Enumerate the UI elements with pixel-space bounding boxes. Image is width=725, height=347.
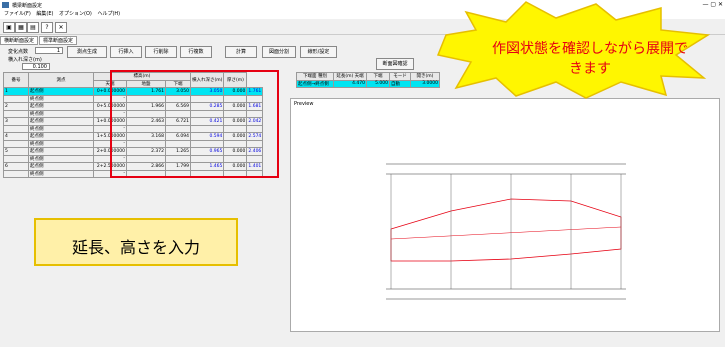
rh-mode: モード xyxy=(389,72,411,81)
show-section-button[interactable]: 断面図確認 xyxy=(376,58,414,70)
cell-no[interactable]: 4 xyxy=(3,132,29,141)
section-drawing xyxy=(386,163,626,300)
cell-no[interactable]: 1 xyxy=(3,87,29,96)
split-button[interactable]: 図面分割 xyxy=(262,46,296,58)
tab-section[interactable]: 横断断面設定 xyxy=(0,36,39,45)
save-icon[interactable]: ▦ xyxy=(15,22,27,33)
app-icon xyxy=(2,2,9,8)
elevation-highlight xyxy=(110,70,279,178)
cell-type[interactable]: 終点側 xyxy=(28,169,94,178)
menu-options[interactable]: オプション(O) xyxy=(59,11,92,17)
open-icon[interactable]: ▣ xyxy=(3,22,15,33)
cell-no[interactable] xyxy=(3,154,29,163)
insert-row-button[interactable]: 行挿入 xyxy=(110,46,142,58)
menu-file[interactable]: ファイル(F) xyxy=(4,11,31,17)
change-point-label: 変化点数 xyxy=(8,49,29,55)
preview-label: Preview xyxy=(294,101,314,107)
rh-bottom: 下端 xyxy=(366,72,390,81)
header-no: 番号 xyxy=(3,72,29,88)
r1-bottom[interactable]: 5.000 xyxy=(366,79,390,88)
cell-no[interactable] xyxy=(3,109,29,118)
right-grid: 下端面 種別 延長(m) 天端 下端 モード 開き(m) 起点側→終点側 4.4… xyxy=(296,72,440,88)
cell-no[interactable] xyxy=(3,124,29,133)
section-preview: Preview xyxy=(290,98,720,332)
cell-type[interactable]: 終点側 xyxy=(28,94,94,103)
copy-row-button[interactable]: 行複数 xyxy=(180,46,212,58)
cell-type[interactable]: 終点側 xyxy=(28,139,94,148)
cell-type[interactable]: 起点側 xyxy=(28,102,94,111)
input-callout-text: 延長、高さを入力 xyxy=(71,240,200,257)
tab-standard[interactable]: 標準断面設定 xyxy=(39,36,78,45)
tab-strip: 横断断面設定 標準断面設定 xyxy=(0,36,78,45)
cell-no[interactable] xyxy=(3,94,29,103)
cell-type[interactable]: 終点側 xyxy=(28,109,94,118)
cell-type[interactable]: 起点側 xyxy=(28,117,94,126)
menu-edit[interactable]: 編集(E) xyxy=(36,11,53,17)
cell-no[interactable] xyxy=(3,169,29,178)
measure-button[interactable]: 測点生成 xyxy=(67,46,107,58)
app-window: 橋梁断面設定 — ▢ ✕ ファイル(F) 編集(E) オプション(O) ヘルプ(… xyxy=(0,0,725,347)
cell-type[interactable]: 起点側 xyxy=(28,132,94,141)
slope-label: 横入れ深さ(m) xyxy=(8,57,42,63)
close-icon[interactable]: ✕ xyxy=(55,22,67,33)
section-outline xyxy=(390,198,622,262)
rh-type: 下端面 種別 xyxy=(296,72,334,81)
cell-no[interactable]: 3 xyxy=(3,117,29,126)
rh-length: 延長(m) 天端 xyxy=(333,72,367,81)
help-icon[interactable]: ? xyxy=(41,22,53,33)
calc-button[interactable]: 計算 xyxy=(225,46,257,58)
r1-length[interactable]: 4.470 xyxy=(333,79,367,88)
cell-type[interactable]: 起点側 xyxy=(28,147,94,156)
cell-no[interactable] xyxy=(3,139,29,148)
burst-callout-text: 作図状態を確認しながら展開できます xyxy=(492,40,688,76)
linear-button[interactable]: 線形/設定 xyxy=(300,46,337,58)
header-station: 測点 xyxy=(28,72,94,88)
slope-field[interactable]: 0.100 xyxy=(22,63,50,70)
r1-mode[interactable]: 自動 xyxy=(389,79,411,88)
cell-no[interactable]: 2 xyxy=(3,102,29,111)
window-title: 橋梁断面設定 xyxy=(12,3,43,9)
print-icon[interactable]: ▤ xyxy=(27,22,39,33)
change-point-field[interactable]: 1 xyxy=(35,47,63,54)
cell-type[interactable]: 起点側 xyxy=(28,87,94,96)
cell-no[interactable]: 5 xyxy=(3,147,29,156)
cell-type[interactable]: 終点側 xyxy=(28,124,94,133)
r1-type[interactable]: 起点側→終点側 xyxy=(296,79,334,88)
cell-type[interactable]: 起点側 xyxy=(28,162,94,171)
inner-line xyxy=(390,226,622,240)
input-callout: 延長、高さを入力 xyxy=(34,218,238,266)
cell-no[interactable]: 6 xyxy=(3,162,29,171)
cell-type[interactable]: 終点側 xyxy=(28,154,94,163)
menu-help[interactable]: ヘルプ(H) xyxy=(97,11,120,17)
delete-row-button[interactable]: 行削除 xyxy=(145,46,177,58)
